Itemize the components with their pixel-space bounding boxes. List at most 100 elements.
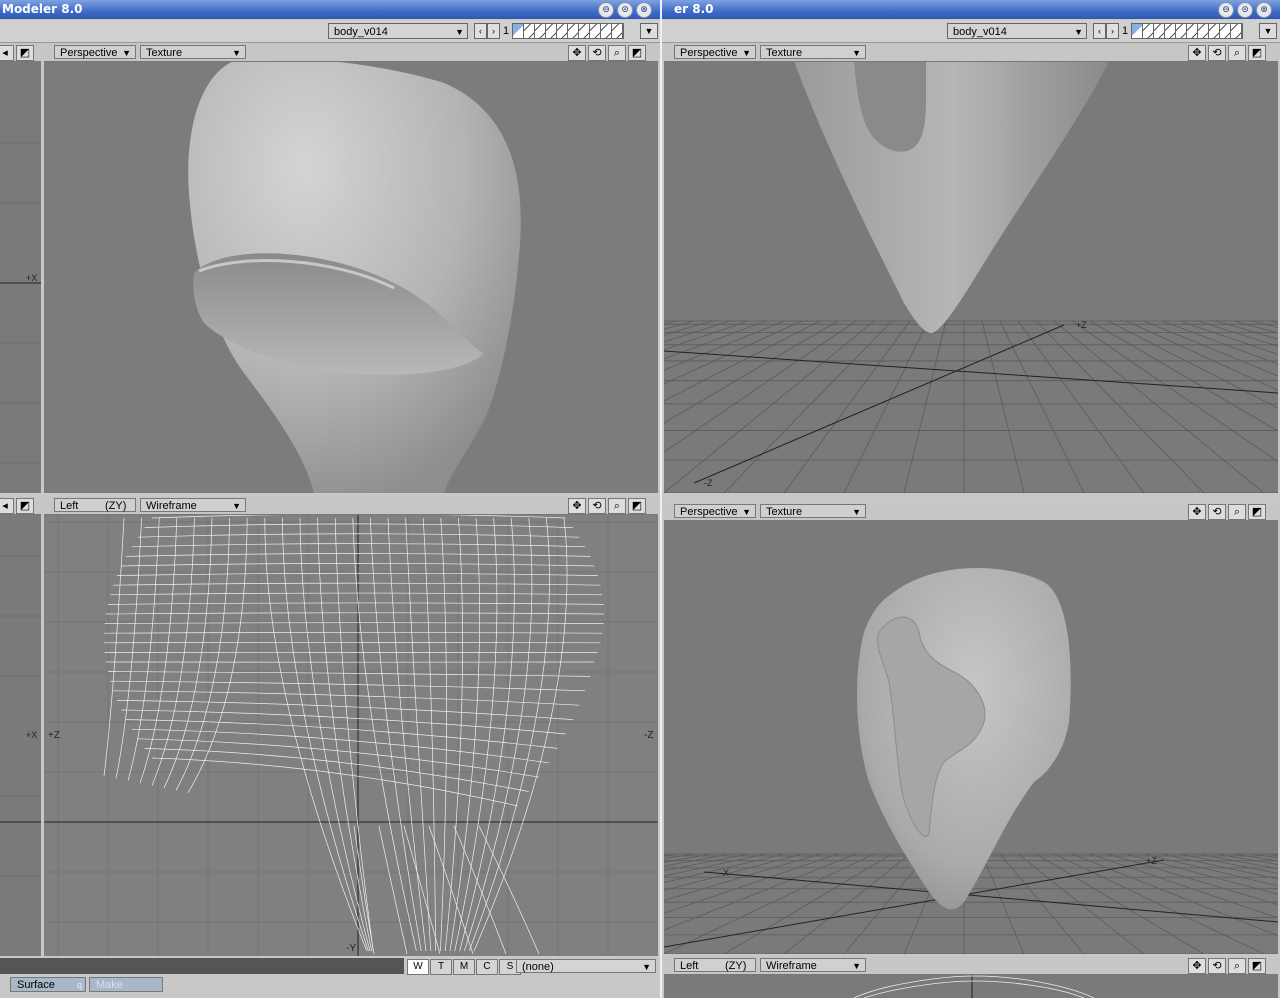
perspective-render-middle: -X +Z bbox=[664, 568, 1278, 954]
layer-slot[interactable] bbox=[546, 24, 557, 38]
maximize-icon[interactable]: ◩ bbox=[628, 45, 646, 61]
view-type-dropdown[interactable]: Left (ZY) bbox=[54, 498, 136, 512]
maximize-icon[interactable]: ◩ bbox=[1248, 504, 1266, 520]
axis-label-right: -Z bbox=[644, 730, 653, 741]
layer-slot[interactable] bbox=[590, 24, 601, 38]
zoom-icon[interactable]: ⌕ bbox=[608, 498, 626, 514]
pan-icon[interactable]: ✥ bbox=[568, 498, 586, 514]
view-type-label: Left bbox=[680, 960, 699, 972]
pan-icon[interactable]: ✥ bbox=[568, 45, 586, 61]
viewport-left-wireframe-right[interactable]: Left (ZY) Wireframe ▼ ✥ ⟲ ⌕ ◩ bbox=[664, 956, 1278, 998]
layer-name: body_v014 bbox=[953, 26, 1007, 38]
shading-dropdown[interactable]: Texture ▼ bbox=[140, 45, 246, 59]
pan-icon[interactable]: ✥ bbox=[1188, 958, 1206, 974]
layer-slot[interactable] bbox=[1187, 24, 1198, 38]
wtmcs-t-button[interactable]: T bbox=[430, 959, 452, 975]
chevron-down-icon: ▼ bbox=[122, 48, 131, 58]
left-title-bar[interactable]: Modeler 8.0 ⊖ ⊙ ⊗ bbox=[0, 0, 660, 19]
layer-menu-button[interactable]: ▼ bbox=[1259, 23, 1277, 39]
rotate-icon[interactable]: ⟲ bbox=[1208, 958, 1226, 974]
maximize-icon[interactable]: ◩ bbox=[628, 498, 646, 514]
minimize-button[interactable]: ⊖ bbox=[1218, 2, 1234, 18]
layer-slot[interactable] bbox=[612, 24, 623, 38]
layer-slot[interactable] bbox=[1143, 24, 1154, 38]
zoom-icon[interactable]: ⌕ bbox=[1228, 504, 1246, 520]
rotate-icon[interactable]: ⟲ bbox=[1208, 504, 1226, 520]
prev-layer-button[interactable]: ‹ bbox=[474, 23, 487, 39]
layer-dropdown[interactable]: body_v014 ▼ bbox=[947, 23, 1087, 39]
layer-slot[interactable] bbox=[1231, 24, 1242, 38]
layer-slot[interactable] bbox=[1154, 24, 1165, 38]
rotate-icon[interactable]: ⟲ bbox=[1208, 45, 1226, 61]
layer-slot[interactable] bbox=[579, 24, 590, 38]
viewport-perspective-bottom[interactable]: Perspective ▼ Texture ▼ ✥ ⟲ ⌕ ◩ -X +Z bbox=[664, 502, 1278, 954]
layer-menu-button[interactable]: ▼ bbox=[640, 23, 658, 39]
layer-slot[interactable] bbox=[535, 24, 546, 38]
close-button[interactable]: ⊗ bbox=[636, 2, 652, 18]
next-layer-button[interactable]: › bbox=[487, 23, 500, 39]
chevron-down-icon: ▼ bbox=[232, 48, 241, 58]
layer-slot[interactable] bbox=[1176, 24, 1187, 38]
restore-button[interactable]: ⊙ bbox=[1237, 2, 1253, 18]
layer-slot[interactable] bbox=[513, 24, 524, 38]
view-type-dropdown[interactable]: Perspective ▼ bbox=[54, 45, 136, 59]
rotate-icon[interactable]: ⟲ bbox=[588, 498, 606, 514]
close-button[interactable]: ⊗ bbox=[1256, 2, 1272, 18]
pan-icon[interactable]: ✥ bbox=[1188, 504, 1206, 520]
right-layer-toolbar: body_v014 ▼ ‹ › 1 ▼ bbox=[662, 20, 1280, 43]
right-window-title: er 8.0 bbox=[674, 2, 714, 16]
prev-layer-button[interactable]: ‹ bbox=[1093, 23, 1106, 39]
right-title-bar[interactable]: er 8.0 ⊖ ⊙ ⊗ bbox=[662, 0, 1280, 19]
shading-dropdown[interactable]: Wireframe ▼ bbox=[140, 498, 246, 512]
view-type-dropdown[interactable]: Perspective ▼ bbox=[674, 45, 756, 59]
left-layer-toolbar: body_v014 ▼ ‹ › 1 ▼ bbox=[0, 20, 660, 43]
viewport-perspective-top-left[interactable]: Perspective ▼ Texture ▼ ✥ ⟲ ⌕ ◩ bbox=[44, 43, 658, 493]
perspective-render-top: +Z -Z bbox=[664, 61, 1278, 493]
layer-slot[interactable] bbox=[1209, 24, 1220, 38]
maximize-icon[interactable]: ◩ bbox=[1248, 45, 1266, 61]
zoom-icon[interactable]: ⌕ bbox=[1228, 45, 1246, 61]
shading-dropdown[interactable]: Wireframe ▼ bbox=[760, 958, 866, 972]
minimize-button[interactable]: ⊖ bbox=[598, 2, 614, 18]
wtmcs-c-button[interactable]: C bbox=[476, 959, 498, 975]
surface-select-dropdown[interactable]: (none) ▼ bbox=[516, 959, 656, 973]
layer-slot[interactable] bbox=[568, 24, 579, 38]
chevron-down-icon: ▼ bbox=[232, 501, 241, 511]
layer-slot[interactable] bbox=[601, 24, 612, 38]
layer-slot[interactable] bbox=[1132, 24, 1143, 38]
viewport-left-wireframe[interactable]: Left (ZY) Wireframe ▼ ✥ ⟲ ⌕ ◩ +Z -Z -Y bbox=[44, 496, 658, 956]
bottom-left-viewport-stub[interactable]: ◂ ◩ +X bbox=[0, 496, 41, 956]
layer-slot[interactable] bbox=[1220, 24, 1231, 38]
restore-button[interactable]: ⊙ bbox=[617, 2, 633, 18]
axis-label-left: +Z bbox=[48, 730, 60, 741]
zoom-icon[interactable]: ⌕ bbox=[608, 45, 626, 61]
layer-slot[interactable] bbox=[524, 24, 535, 38]
layer-dropdown[interactable]: body_v014 ▼ bbox=[328, 23, 468, 39]
view-type-dropdown[interactable]: Perspective ▼ bbox=[674, 504, 756, 518]
shading-dropdown[interactable]: Texture ▼ bbox=[760, 504, 866, 518]
right-modeler-window: er 8.0 ⊖ ⊙ ⊗ body_v014 ▼ ‹ › 1 ▼ Perspecti… bbox=[662, 0, 1280, 998]
wtmcs-w-button[interactable]: W bbox=[407, 959, 429, 975]
viewport-header: Perspective ▼ Texture ▼ ✥ ⟲ ⌕ ◩ bbox=[664, 502, 1278, 521]
wtmcs-m-button[interactable]: M bbox=[453, 959, 475, 975]
surface-button[interactable]: Surface q bbox=[10, 977, 86, 992]
rotate-icon[interactable]: ⟲ bbox=[588, 45, 606, 61]
zoom-icon[interactable]: ⌕ bbox=[1228, 958, 1246, 974]
layer-slot[interactable] bbox=[1198, 24, 1209, 38]
view-axes-label: (ZY) bbox=[725, 960, 747, 972]
surface-button-label: Surface bbox=[17, 979, 55, 991]
next-layer-button[interactable]: › bbox=[1106, 23, 1119, 39]
axis-label: -X bbox=[720, 868, 729, 878]
view-type-dropdown[interactable]: Left (ZY) bbox=[674, 958, 756, 972]
stub-grid: +X bbox=[0, 142, 41, 464]
chevron-down-icon: ▼ bbox=[852, 507, 861, 517]
view-type-label: Perspective bbox=[680, 506, 738, 518]
viewport-perspective-top[interactable]: Perspective ▼ Texture ▼ ✥ ⟲ ⌕ ◩ +Z -Z bbox=[664, 43, 1278, 493]
top-left-viewport-stub[interactable]: ◂ ◩ +X bbox=[0, 43, 41, 493]
layer-slot[interactable] bbox=[557, 24, 568, 38]
layer-slot[interactable] bbox=[1165, 24, 1176, 38]
maximize-icon[interactable]: ◩ bbox=[1248, 958, 1266, 974]
make-button[interactable]: Make bbox=[89, 977, 163, 992]
pan-icon[interactable]: ✥ bbox=[1188, 45, 1206, 61]
shading-dropdown[interactable]: Texture ▼ bbox=[760, 45, 866, 59]
